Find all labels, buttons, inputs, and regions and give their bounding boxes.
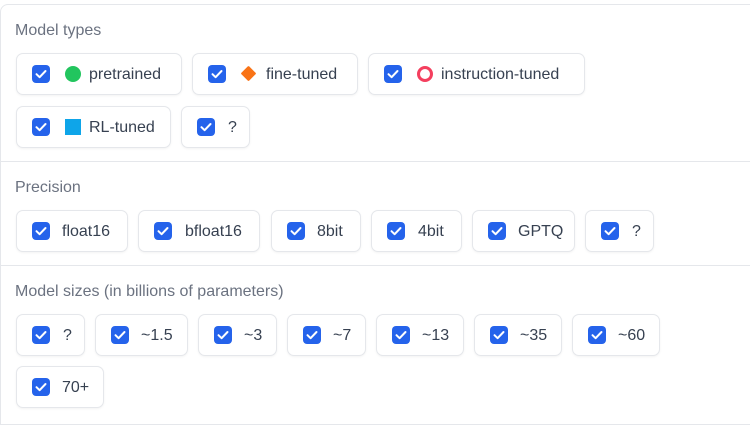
option-label: ? (63, 327, 72, 344)
model-sizes-label: Model sizes (in billions of parameters) (15, 283, 284, 300)
option-size-1-5[interactable]: ~1.5 (95, 314, 188, 356)
checkbox-4bit[interactable] (387, 222, 405, 240)
option-label: ? (228, 119, 237, 136)
checkbox-float16[interactable] (32, 222, 50, 240)
option-size-7[interactable]: ~7 (287, 314, 366, 356)
option-label: pretrained (89, 66, 162, 83)
blue-square-icon (65, 119, 81, 135)
checkbox-instruction-tuned[interactable] (384, 65, 402, 83)
option-label: 4bit (418, 223, 444, 240)
option-label: ~35 (520, 327, 548, 344)
option-precision-unknown[interactable]: ? (585, 210, 654, 252)
green-circle-icon (65, 66, 81, 82)
option-8bit[interactable]: 8bit (271, 210, 361, 252)
checkbox-size-1-5[interactable] (111, 326, 129, 344)
option-label: ~1.5 (141, 327, 173, 344)
option-label: 70+ (62, 379, 90, 396)
option-fine-tuned[interactable]: fine-tuned (192, 53, 358, 95)
option-label: ~60 (618, 327, 646, 344)
option-label: GPTQ (518, 223, 564, 240)
checkbox-size-unknown[interactable] (32, 326, 50, 344)
checkbox-type-unknown[interactable] (197, 118, 215, 136)
checkbox-rl-tuned[interactable] (32, 118, 50, 136)
option-pretrained[interactable]: pretrained (16, 53, 182, 95)
orange-diamond-icon (240, 65, 257, 82)
model-types-group: Model types pretrained fine-tuned instru… (0, 4, 750, 162)
option-type-unknown[interactable]: ? (181, 106, 250, 148)
option-label: ? (632, 223, 641, 240)
checkbox-size-13[interactable] (392, 326, 410, 344)
option-label: 8bit (317, 223, 343, 240)
checkbox-size-70-plus[interactable] (32, 378, 50, 396)
red-ring-icon (417, 66, 433, 82)
option-size-unknown[interactable]: ? (16, 314, 85, 356)
option-instruction-tuned[interactable]: instruction-tuned (368, 53, 585, 95)
checkbox-size-7[interactable] (303, 326, 321, 344)
precision-group: Precision float16 bfloat16 8bit 4bit GPT… (0, 161, 750, 266)
option-size-13[interactable]: ~13 (376, 314, 464, 356)
model-sizes-group: Model sizes (in billions of parameters) … (0, 265, 750, 425)
model-types-label: Model types (15, 22, 102, 39)
checkbox-size-35[interactable] (490, 326, 508, 344)
option-label: float16 (62, 223, 111, 240)
checkbox-size-3[interactable] (214, 326, 232, 344)
option-label: RL-tuned (89, 119, 155, 136)
option-size-3[interactable]: ~3 (198, 314, 277, 356)
option-size-70-plus[interactable]: 70+ (16, 366, 104, 408)
checkbox-gptq[interactable] (488, 222, 506, 240)
option-4bit[interactable]: 4bit (371, 210, 462, 252)
precision-label: Precision (15, 179, 81, 196)
checkbox-pretrained[interactable] (32, 65, 50, 83)
option-float16[interactable]: float16 (16, 210, 128, 252)
option-gptq[interactable]: GPTQ (472, 210, 575, 252)
option-bfloat16[interactable]: bfloat16 (138, 210, 260, 252)
option-label: fine-tuned (266, 66, 338, 83)
option-rl-tuned[interactable]: RL-tuned (16, 106, 171, 148)
checkbox-bfloat16[interactable] (154, 222, 172, 240)
checkbox-8bit[interactable] (287, 222, 305, 240)
option-label: ~3 (244, 327, 263, 344)
option-label: ~7 (333, 327, 352, 344)
checkbox-fine-tuned[interactable] (208, 65, 226, 83)
checkbox-precision-unknown[interactable] (601, 222, 619, 240)
checkbox-size-60[interactable] (588, 326, 606, 344)
option-label: bfloat16 (185, 223, 242, 240)
option-label: instruction-tuned (441, 66, 560, 83)
option-label: ~13 (422, 327, 450, 344)
option-size-60[interactable]: ~60 (572, 314, 660, 356)
option-size-35[interactable]: ~35 (474, 314, 562, 356)
